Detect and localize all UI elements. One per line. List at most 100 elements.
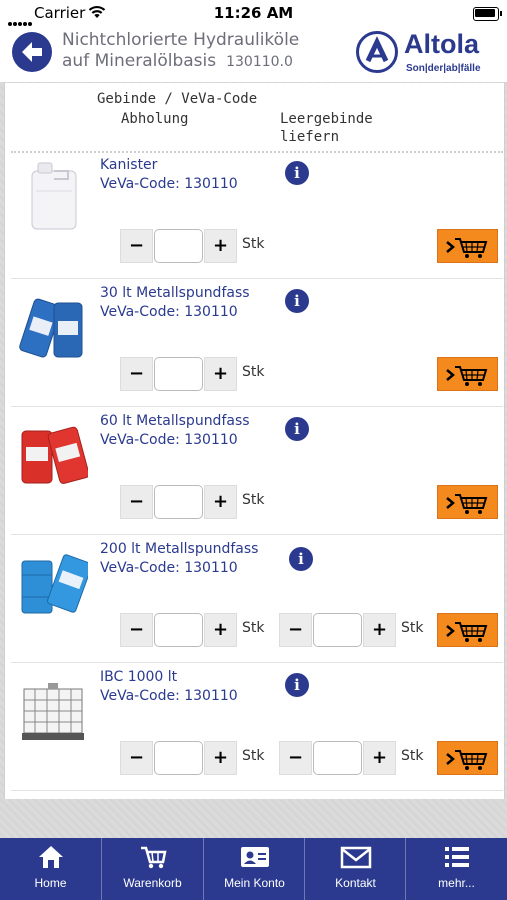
product-name: 200 lt Metallspundfass: [100, 541, 259, 557]
waste-code: 130110.0: [226, 54, 293, 70]
add-to-cart-button[interactable]: [437, 485, 498, 519]
tab-label: Kontakt: [335, 876, 376, 890]
increment-button[interactable]: +: [363, 613, 396, 647]
info-icon[interactable]: i: [285, 417, 309, 441]
empty-container-quantity-input[interactable]: [313, 613, 362, 647]
unit-label: Stk: [242, 620, 265, 636]
product-name: 60 lt Metallspundfass: [100, 413, 250, 429]
add-to-cart-button[interactable]: [437, 229, 498, 263]
product-name: IBC 1000 lt: [100, 669, 178, 685]
product-row-30lt: 30 lt Metallspundfass VeVa-Code: 130110 …: [5, 281, 504, 409]
product-name: Kanister: [100, 157, 158, 173]
tab-mehr[interactable]: mehr...: [405, 838, 507, 900]
add-to-cart-button[interactable]: [437, 357, 498, 391]
product-image-red-drums: [21, 426, 88, 484]
logo-name: Altola: [404, 29, 480, 59]
tab-mein-konto[interactable]: Mein Konto: [203, 838, 305, 900]
increment-button[interactable]: +: [204, 357, 237, 391]
increment-button[interactable]: +: [363, 741, 396, 775]
logo-mark-icon: [356, 31, 398, 73]
row-divider: [11, 534, 503, 535]
pickup-quantity-input[interactable]: [154, 741, 203, 775]
battery-icon: [473, 7, 502, 21]
column-header-abholung: Abholung: [121, 111, 189, 127]
page-title: Nichtchlorierte Hydrauliköle auf Mineral…: [62, 30, 299, 73]
add-to-cart-icon: [446, 494, 488, 514]
tab-kontakt[interactable]: Kontakt: [304, 838, 406, 900]
tab-label: Warenkorb: [123, 876, 182, 890]
column-header-liefern: liefern: [280, 129, 340, 145]
product-image-blue-drums: [19, 298, 83, 358]
decrement-button[interactable]: −: [120, 613, 153, 647]
list-icon: [444, 847, 469, 867]
decrement-button[interactable]: −: [120, 485, 153, 519]
row-divider: [11, 662, 503, 663]
info-icon[interactable]: i: [285, 161, 309, 185]
home-icon: [38, 846, 63, 868]
column-header-leergebinde: Leergebinde: [280, 111, 373, 127]
add-to-cart-icon: [446, 366, 488, 386]
unit-label: Stk: [242, 236, 265, 252]
product-row-ibc: IBC 1000 lt VeVa-Code: 130110 i − + Stk …: [5, 665, 504, 793]
column-header-gebinde: Gebinde / VeVa-Code: [97, 91, 258, 107]
tab-label: Mein Konto: [224, 876, 285, 890]
logo-tagline: Son|der|ab|fälle: [406, 63, 481, 74]
product-image-ibc-tank: [22, 683, 84, 740]
title-line-1: Nichtchlorierte Hydrauliköle: [62, 30, 300, 50]
product-veva-code: VeVa-Code: 130110: [100, 560, 238, 576]
add-to-cart-icon: [446, 622, 488, 642]
increment-button[interactable]: +: [204, 485, 237, 519]
altola-logo: Altola Son|der|ab|fälle: [356, 29, 501, 77]
increment-button[interactable]: +: [204, 613, 237, 647]
pickup-quantity-input[interactable]: [154, 613, 203, 647]
pickup-quantity-input[interactable]: [154, 357, 203, 391]
add-to-cart-icon: [446, 238, 488, 258]
envelope-icon: [340, 846, 371, 869]
title-line-2: auf Mineralölbasis: [62, 51, 217, 71]
product-veva-code: VeVa-Code: 130110: [100, 432, 238, 448]
row-divider: [11, 790, 503, 791]
increment-button[interactable]: +: [204, 741, 237, 775]
tab-home[interactable]: Home: [0, 838, 101, 900]
product-veva-code: VeVa-Code: 130110: [100, 176, 238, 192]
add-to-cart-button[interactable]: [437, 613, 498, 647]
product-image-canister: [31, 162, 77, 230]
increment-button[interactable]: +: [204, 229, 237, 263]
info-icon[interactable]: i: [289, 547, 313, 571]
product-name: 30 lt Metallspundfass: [100, 285, 250, 301]
empty-container-quantity-input[interactable]: [313, 741, 362, 775]
decrement-button[interactable]: −: [279, 613, 312, 647]
pickup-quantity-input[interactable]: [154, 229, 203, 263]
product-row-kanister: Kanister VeVa-Code: 130110 i − + Stk: [5, 153, 504, 281]
tab-label: mehr...: [438, 876, 475, 890]
add-to-cart-button[interactable]: [437, 741, 498, 775]
app-header: Nichtchlorierte Hydrauliköle auf Mineral…: [0, 26, 507, 82]
product-row-200lt: 200 lt Metallspundfass VeVa-Code: 130110…: [5, 537, 504, 665]
info-icon[interactable]: i: [285, 673, 309, 697]
info-icon[interactable]: i: [285, 289, 309, 313]
tab-warenkorb[interactable]: Warenkorb: [101, 838, 203, 900]
unit-label: Stk: [242, 492, 265, 508]
back-button[interactable]: [12, 32, 52, 72]
product-image-blue-barrels: [21, 554, 88, 614]
decrement-button[interactable]: −: [279, 741, 312, 775]
cart-icon: [140, 846, 167, 869]
decrement-button[interactable]: −: [120, 229, 153, 263]
decrement-button[interactable]: −: [120, 741, 153, 775]
arrow-left-icon: [22, 42, 42, 62]
unit-label: Stk: [401, 748, 424, 764]
clock: 11:26 AM: [213, 4, 294, 22]
row-divider: [11, 278, 503, 279]
account-card-icon: [240, 847, 269, 867]
add-to-cart-icon: [446, 750, 488, 770]
decrement-button[interactable]: −: [120, 357, 153, 391]
product-list-panel: Gebinde / VeVa-Code Abholung Leergebinde…: [4, 83, 505, 799]
unit-label: Stk: [401, 620, 424, 636]
product-row-60lt: 60 lt Metallspundfass VeVa-Code: 130110 …: [5, 409, 504, 537]
status-bar: Carrier 11:26 AM: [0, 0, 507, 26]
bottom-tab-bar: Home Warenkorb Mein Konto Kontakt mehr..…: [0, 838, 507, 900]
unit-label: Stk: [242, 364, 265, 380]
pickup-quantity-input[interactable]: [154, 485, 203, 519]
unit-label: Stk: [242, 748, 265, 764]
row-divider: [11, 406, 503, 407]
